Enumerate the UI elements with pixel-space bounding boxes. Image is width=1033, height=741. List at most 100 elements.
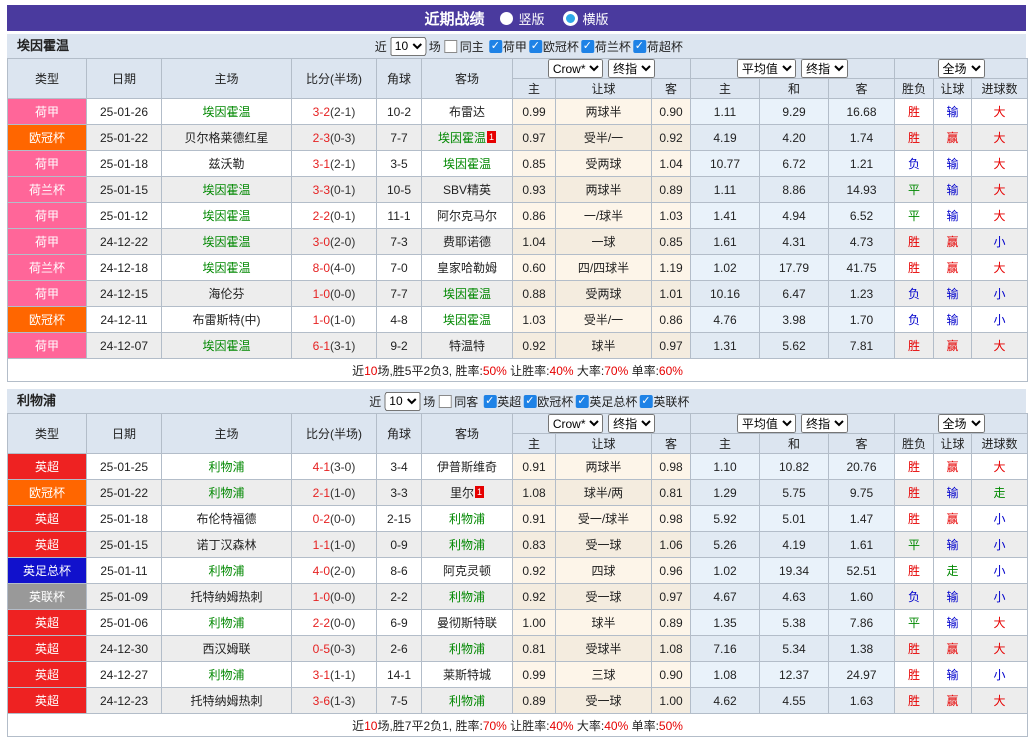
league-checkbox[interactable]: ✓ bbox=[633, 40, 646, 53]
average-select-cell: 平均值 终指 bbox=[691, 59, 895, 79]
home-team[interactable]: 埃因霍温 bbox=[162, 229, 292, 255]
avg-away-odds: 52.51 bbox=[829, 558, 895, 584]
horizontal-radio-icon[interactable] bbox=[563, 11, 578, 26]
away-team[interactable]: 利物浦 bbox=[422, 532, 513, 558]
corner-count: 7-0 bbox=[377, 255, 422, 281]
matches-table: 类型 日期 主场 比分(半场) 角球 客场 Crow* 终指 平均值 终指 bbox=[7, 413, 1028, 737]
away-team[interactable]: 埃因霍温 bbox=[422, 307, 513, 333]
final-odds-select-avg[interactable]: 终指 bbox=[801, 414, 848, 433]
handicap-line: 四/四球半 bbox=[556, 255, 652, 281]
final-odds-select-handicap[interactable]: 终指 bbox=[608, 59, 655, 78]
avg-away-odds: 20.76 bbox=[829, 454, 895, 480]
away-team[interactable]: 利物浦 bbox=[422, 636, 513, 662]
vertical-radio-icon[interactable] bbox=[500, 12, 513, 25]
home-team[interactable]: 布伦特福德 bbox=[162, 506, 292, 532]
match-date: 25-01-09 bbox=[87, 584, 162, 610]
handicap-away-odds: 0.90 bbox=[652, 99, 691, 125]
near-label: 近 bbox=[375, 38, 387, 55]
horizontal-layout-option[interactable]: 横版 bbox=[563, 9, 609, 28]
corner-count: 6-9 bbox=[377, 610, 422, 636]
home-team[interactable]: 利物浦 bbox=[162, 558, 292, 584]
final-odds-select-handicap[interactable]: 终指 bbox=[608, 414, 655, 433]
vertical-layout-option[interactable]: 竖版 bbox=[500, 9, 544, 28]
away-team[interactable]: 利物浦 bbox=[422, 688, 513, 714]
home-team[interactable]: 西汉姆联 bbox=[162, 636, 292, 662]
home-team[interactable]: 利物浦 bbox=[162, 610, 292, 636]
away-team[interactable]: 特温特 bbox=[422, 333, 513, 359]
scope-select[interactable]: 全场 bbox=[938, 59, 985, 78]
home-team[interactable]: 利物浦 bbox=[162, 454, 292, 480]
league-checkbox[interactable]: ✓ bbox=[523, 395, 536, 408]
same-venue-checkbox[interactable] bbox=[444, 40, 457, 53]
handicap-line: 受一球 bbox=[556, 532, 652, 558]
col-header-handicap: 让球 bbox=[556, 434, 652, 454]
away-team[interactable]: SBV精英 bbox=[422, 177, 513, 203]
away-team[interactable]: 利物浦 bbox=[422, 506, 513, 532]
result-handicap: 输 bbox=[934, 151, 972, 177]
score-cell: 3-6(1-3) bbox=[292, 688, 377, 714]
average-select[interactable]: 平均值 bbox=[737, 59, 796, 78]
home-team[interactable]: 兹沃勒 bbox=[162, 151, 292, 177]
league-checkbox[interactable]: ✓ bbox=[483, 395, 496, 408]
home-team[interactable]: 埃因霍温 bbox=[162, 255, 292, 281]
result-goals: 小 bbox=[972, 307, 1028, 333]
league-checkbox-label: 英超 bbox=[497, 393, 521, 410]
handicap-home-odds: 1.00 bbox=[513, 610, 556, 636]
league-checkbox[interactable]: ✓ bbox=[639, 395, 652, 408]
scope-select[interactable]: 全场 bbox=[938, 414, 985, 433]
same-venue-label: 同主 bbox=[460, 38, 484, 55]
home-team[interactable]: 托特纳姆热刺 bbox=[162, 584, 292, 610]
score-cell: 3-3(0-1) bbox=[292, 177, 377, 203]
section-header: 利物浦 近 10 场 同客 ✓英超✓欧冠杯✓英足总杯✓英联杯 bbox=[7, 389, 1026, 413]
home-team[interactable]: 海伦芬 bbox=[162, 281, 292, 307]
home-team[interactable]: 埃因霍温 bbox=[162, 333, 292, 359]
home-team[interactable]: 诺丁汉森林 bbox=[162, 532, 292, 558]
away-team[interactable]: 埃因霍温 bbox=[422, 281, 513, 307]
score-cell: 3-0(2-0) bbox=[292, 229, 377, 255]
home-team[interactable]: 布雷斯特(中) bbox=[162, 307, 292, 333]
away-team[interactable]: 阿克灵顿 bbox=[422, 558, 513, 584]
away-team[interactable]: 埃因霍温1 bbox=[422, 125, 513, 151]
score-cell: 3-2(2-1) bbox=[292, 99, 377, 125]
home-team[interactable]: 利物浦 bbox=[162, 480, 292, 506]
result-wdl: 胜 bbox=[895, 454, 934, 480]
league-checkbox[interactable]: ✓ bbox=[489, 40, 502, 53]
summary-stat-value: 40% bbox=[550, 719, 574, 733]
league-checkbox[interactable]: ✓ bbox=[581, 40, 594, 53]
result-wdl: 胜 bbox=[895, 558, 934, 584]
result-wdl: 胜 bbox=[895, 125, 934, 151]
away-team[interactable]: 阿尔克马尔 bbox=[422, 203, 513, 229]
away-team[interactable]: 伊普斯维奇 bbox=[422, 454, 513, 480]
away-team[interactable]: 费耶诺德 bbox=[422, 229, 513, 255]
handicap-home-odds: 0.86 bbox=[513, 203, 556, 229]
summary-row: 近10场,胜5平2负3, 胜率:50% 让胜率:40% 大率:70% 单率:60… bbox=[8, 359, 1028, 382]
home-team[interactable]: 埃因霍温 bbox=[162, 203, 292, 229]
games-count-select[interactable]: 10 bbox=[384, 392, 420, 411]
scope-select-cell: 全场 bbox=[895, 414, 1028, 434]
corner-count: 7-7 bbox=[377, 281, 422, 307]
league-checkbox[interactable]: ✓ bbox=[529, 40, 542, 53]
handicap-line: 受球半 bbox=[556, 636, 652, 662]
bookmaker-select[interactable]: Crow* bbox=[548, 414, 603, 433]
away-team[interactable]: 埃因霍温 bbox=[422, 151, 513, 177]
bookmaker-select[interactable]: Crow* bbox=[548, 59, 603, 78]
handicap-line: 球半 bbox=[556, 610, 652, 636]
away-team[interactable]: 曼彻斯特联 bbox=[422, 610, 513, 636]
away-team[interactable]: 里尔1 bbox=[422, 480, 513, 506]
average-select[interactable]: 平均值 bbox=[737, 414, 796, 433]
team-section: 利物浦 近 10 场 同客 ✓英超✓欧冠杯✓英足总杯✓英联杯 类型 日期 bbox=[7, 389, 1026, 737]
fulltime-score: 2-3 bbox=[313, 131, 330, 145]
same-venue-checkbox[interactable] bbox=[438, 395, 451, 408]
home-team[interactable]: 埃因霍温 bbox=[162, 99, 292, 125]
away-team[interactable]: 布雷达 bbox=[422, 99, 513, 125]
league-checkbox[interactable]: ✓ bbox=[575, 395, 588, 408]
home-team[interactable]: 托特纳姆热刺 bbox=[162, 688, 292, 714]
home-team[interactable]: 埃因霍温 bbox=[162, 177, 292, 203]
away-team[interactable]: 皇家哈勒姆 bbox=[422, 255, 513, 281]
final-odds-select-avg[interactable]: 终指 bbox=[801, 59, 848, 78]
away-team[interactable]: 莱斯特城 bbox=[422, 662, 513, 688]
away-team[interactable]: 利物浦 bbox=[422, 584, 513, 610]
home-team[interactable]: 贝尔格莱德红星 bbox=[162, 125, 292, 151]
home-team[interactable]: 利物浦 bbox=[162, 662, 292, 688]
games-count-select[interactable]: 10 bbox=[390, 37, 426, 56]
